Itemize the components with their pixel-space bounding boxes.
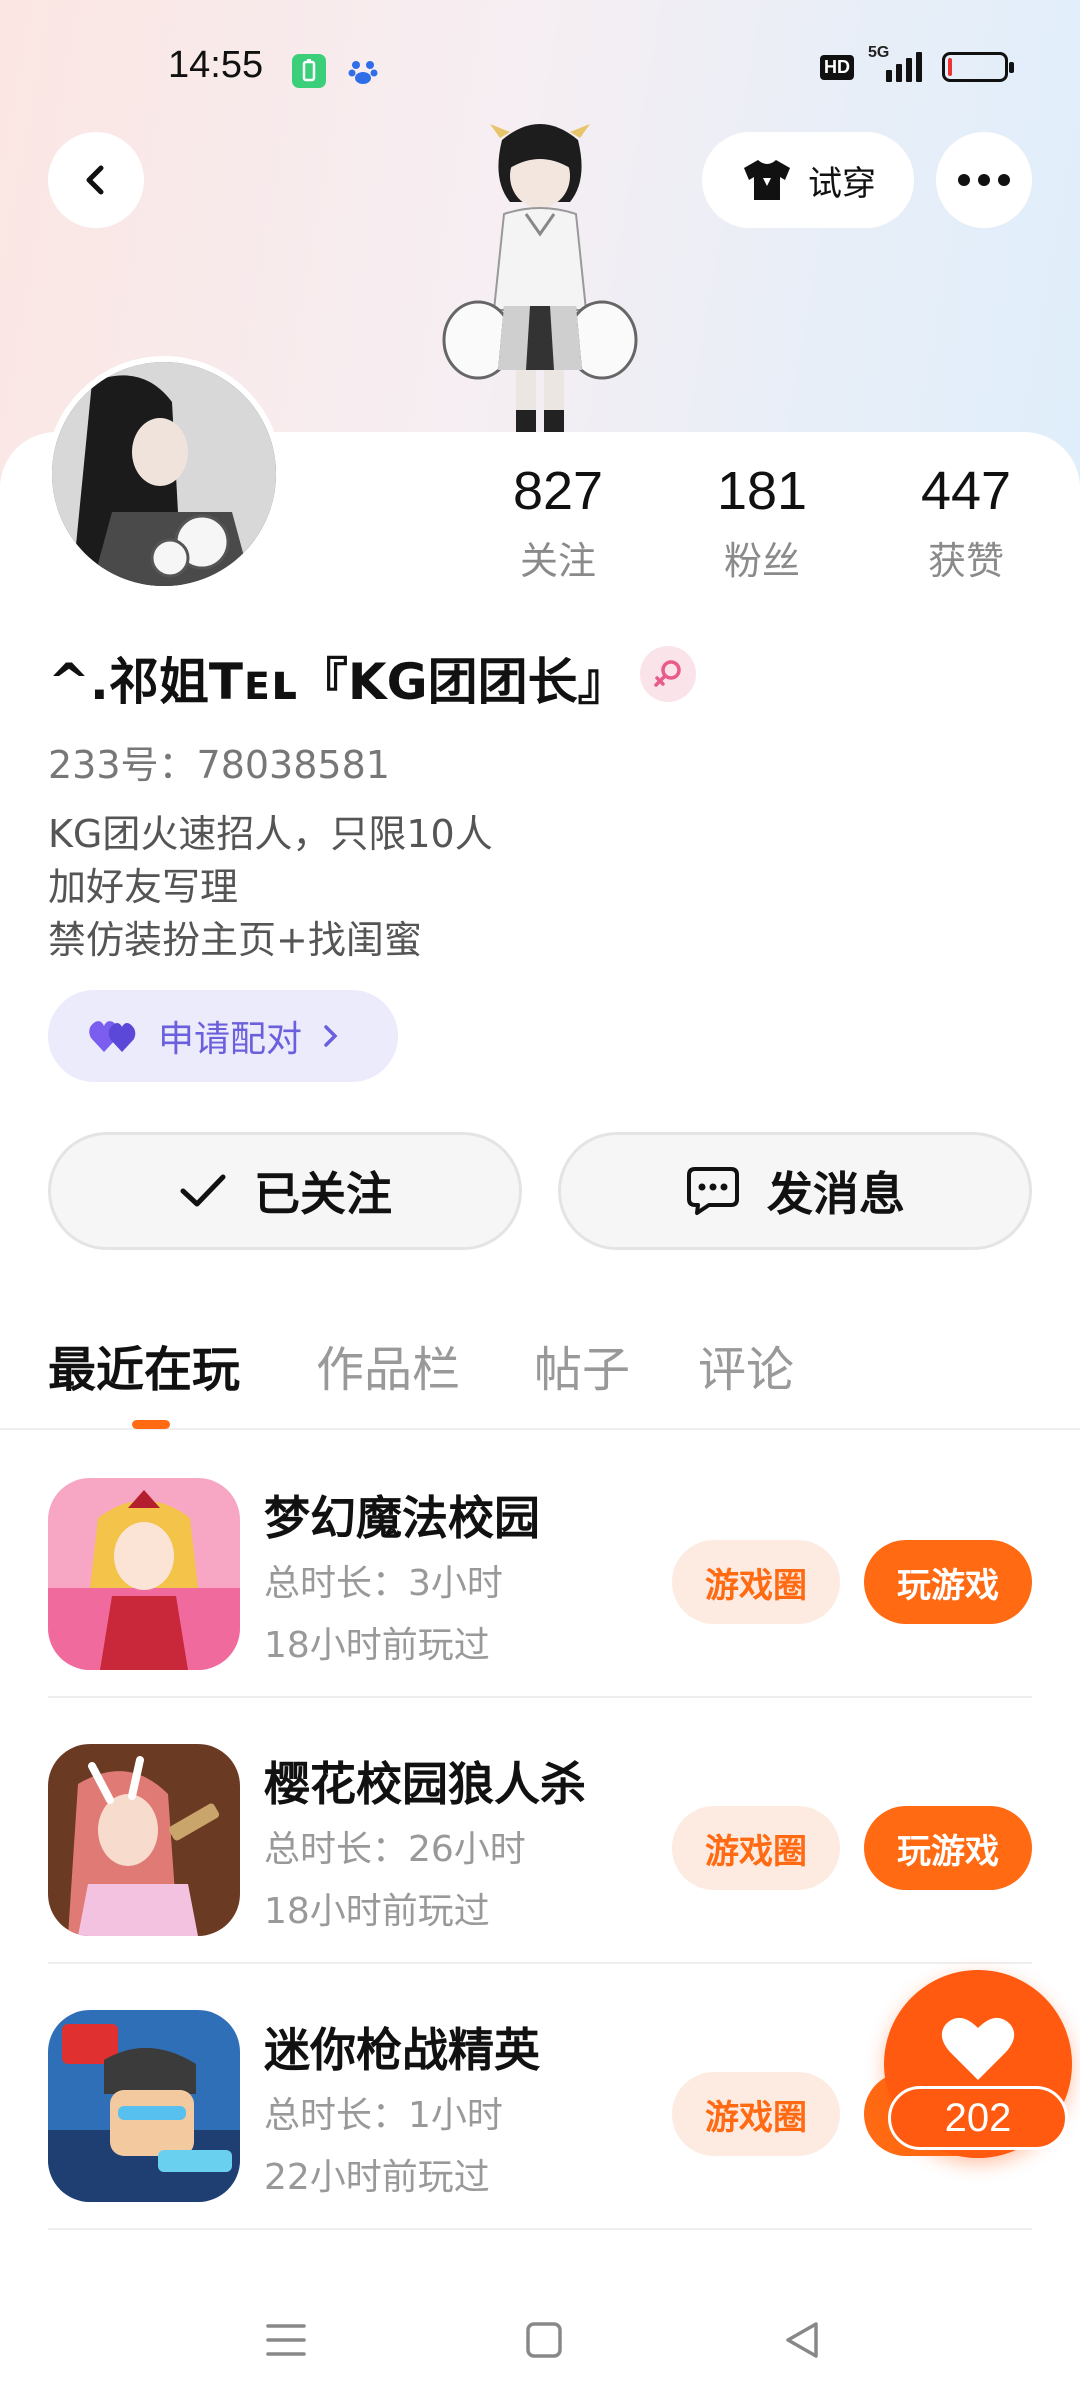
username: ^.祁姐Tᴇʟ『KG团团长』 bbox=[48, 653, 628, 711]
tryon-button[interactable]: 试穿 bbox=[702, 132, 914, 228]
more-dots-icon bbox=[958, 174, 1010, 186]
game-last-played: 18小时前玩过 bbox=[264, 1625, 490, 1666]
stat-followers[interactable]: 181 粉丝 bbox=[672, 460, 852, 585]
status-time: 14:55 bbox=[168, 44, 264, 86]
game-name: 樱花校园狼人杀 bbox=[264, 1757, 586, 1811]
stat-following[interactable]: 827 关注 bbox=[468, 460, 648, 585]
back-button[interactable] bbox=[48, 132, 144, 228]
game-icon bbox=[48, 2010, 240, 2202]
tryon-label: 试穿 bbox=[808, 163, 876, 204]
apply-pairing-button[interactable]: 申请配对 bbox=[48, 990, 398, 1082]
stat-label: 粉丝 bbox=[723, 539, 800, 583]
double-heart-icon bbox=[89, 1021, 136, 1052]
stat-likes[interactable]: 447 获赞 bbox=[876, 460, 1056, 585]
followed-label: 已关注 bbox=[254, 1167, 392, 1221]
bio-line: 加好友写理 bbox=[48, 865, 239, 909]
more-button[interactable] bbox=[936, 132, 1032, 228]
dressup-avatar-figure bbox=[420, 110, 660, 440]
stat-label: 关注 bbox=[519, 539, 596, 583]
baidu-paw-icon bbox=[346, 54, 380, 88]
user-id: 233号：78038581 bbox=[48, 743, 390, 787]
game-icon bbox=[48, 1478, 240, 1670]
battery-level bbox=[948, 58, 952, 76]
send-message-label: 发消息 bbox=[767, 1167, 905, 1221]
heart-icon bbox=[941, 2017, 1015, 2080]
stat-value: 447 bbox=[920, 461, 1012, 521]
game-circle-button[interactable]: 游戏圈 bbox=[672, 1540, 840, 1624]
cellular-signal-icon: 5G bbox=[868, 44, 922, 82]
play-game-button[interactable]: 玩游戏 bbox=[864, 1540, 1032, 1624]
game-name: 梦幻魔法校园 bbox=[264, 1491, 540, 1545]
game-icon bbox=[48, 1744, 240, 1936]
stat-label: 获赞 bbox=[927, 539, 1004, 583]
bio-line: 禁仿装扮主页+找闺蜜 bbox=[48, 918, 422, 962]
back-nav-button[interactable] bbox=[772, 2310, 832, 2370]
battery-icon bbox=[942, 52, 1014, 82]
chevron-right-icon bbox=[324, 1025, 338, 1047]
system-nav-bar bbox=[0, 2270, 1080, 2400]
bio-line: KG团火速招人，只限10人 bbox=[48, 812, 493, 856]
chevron-left-icon bbox=[86, 165, 104, 195]
tab-works[interactable]: 作品栏 bbox=[316, 1330, 460, 1400]
apply-pairing-label: 申请配对 bbox=[158, 1019, 303, 1060]
home-nav-button[interactable] bbox=[514, 2310, 574, 2370]
active-tab-indicator bbox=[132, 1420, 170, 1429]
tab-recent-games[interactable]: 最近在玩 bbox=[48, 1330, 240, 1400]
list-item[interactable]: 樱花校园狼人杀 总时长：26小时 18小时前玩过 游戏圈 玩游戏 bbox=[0, 1698, 1080, 1964]
followed-button[interactable]: 已关注 bbox=[48, 1132, 522, 1250]
tab-comments[interactable]: 评论 bbox=[698, 1330, 794, 1400]
female-icon bbox=[640, 646, 696, 702]
game-last-played: 22小时前玩过 bbox=[264, 2157, 490, 2198]
menu-lines-icon bbox=[266, 2324, 306, 2356]
play-game-button[interactable]: 玩游戏 bbox=[864, 1806, 1032, 1890]
game-duration: 总时长：1小时 bbox=[264, 2095, 503, 2136]
game-duration: 总时长：26小时 bbox=[264, 1829, 526, 1870]
list-item[interactable]: 梦幻魔法校园 总时长：3小时 18小时前玩过 游戏圈 玩游戏 bbox=[0, 1432, 1080, 1698]
game-last-played: 18小时前玩过 bbox=[264, 1891, 490, 1932]
game-circle-button[interactable]: 游戏圈 bbox=[672, 1806, 840, 1890]
hd-badge: HD bbox=[820, 54, 854, 80]
battery-saver-icon bbox=[292, 54, 326, 88]
avatar[interactable] bbox=[46, 356, 282, 592]
status-indicators: HD 5G bbox=[820, 44, 1014, 82]
stat-value: 181 bbox=[716, 461, 808, 521]
game-circle-button[interactable]: 游戏圈 bbox=[672, 2072, 840, 2156]
shirt-icon bbox=[744, 160, 790, 200]
game-name: 迷你枪战精英 bbox=[264, 2023, 540, 2077]
send-message-button[interactable]: 发消息 bbox=[558, 1132, 1032, 1250]
checkmark-icon bbox=[180, 1174, 226, 1207]
chat-bubble-icon bbox=[687, 1167, 739, 1215]
menu-nav-button[interactable] bbox=[256, 2310, 316, 2370]
square-icon bbox=[526, 2322, 562, 2358]
network-type-label: 5G bbox=[868, 44, 890, 61]
tab-posts[interactable]: 帖子 bbox=[534, 1330, 630, 1400]
game-duration: 总时长：3小时 bbox=[264, 1563, 503, 1604]
divider bbox=[48, 2228, 1032, 2230]
bio: KG团火速招人，只限10人 加好友写理 禁仿装扮主页+找闺蜜 bbox=[48, 808, 493, 967]
like-count: 202 bbox=[888, 2086, 1068, 2150]
triangle-back-icon bbox=[786, 2322, 818, 2358]
stat-value: 827 bbox=[512, 461, 604, 521]
profile-tabs: 最近在玩 作品栏 帖子 评论 bbox=[0, 1330, 1080, 1430]
